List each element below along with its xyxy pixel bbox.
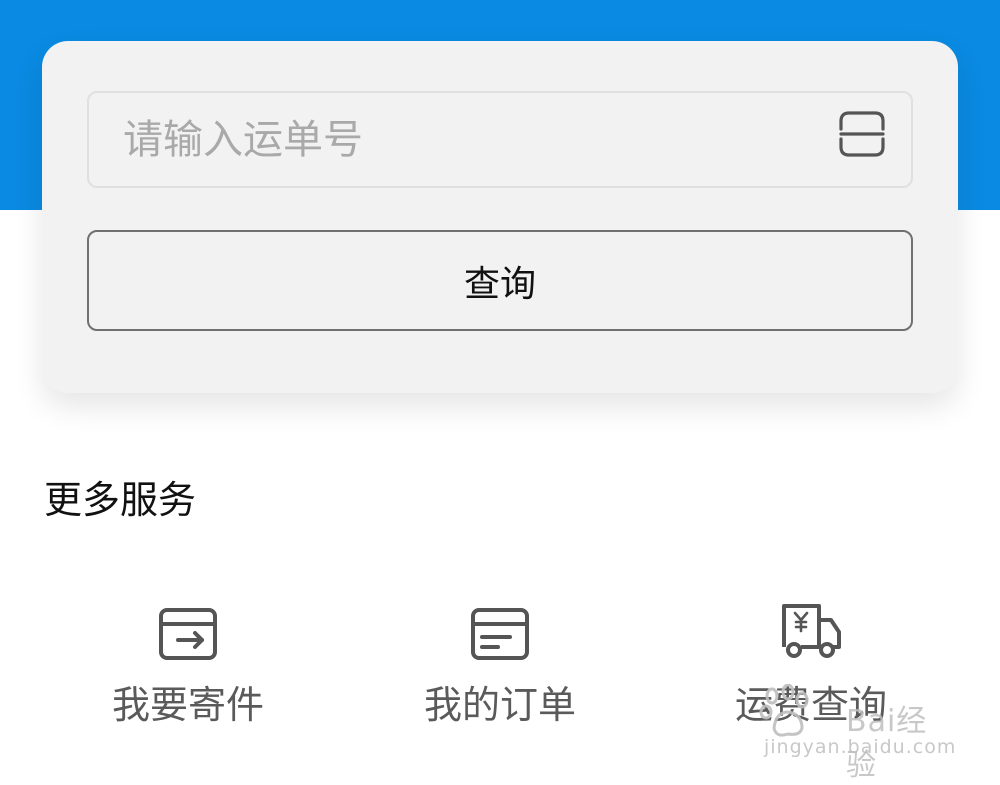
service-send-package[interactable]: 我要寄件 — [78, 600, 298, 745]
freight-truck-icon — [782, 604, 841, 658]
section-title-more-services: 更多服务 — [44, 478, 197, 522]
service-label: 我的订单 — [423, 683, 576, 727]
service-freight-query[interactable]: 运费查询 — [701, 600, 921, 745]
service-label: 运费查询 — [734, 683, 887, 727]
service-label: 我要寄件 — [111, 683, 264, 727]
scan-icon[interactable] — [837, 109, 887, 159]
tracking-number-field[interactable] — [87, 91, 913, 188]
send-package-icon — [159, 608, 217, 660]
tracking-search-card: 查询 — [42, 41, 958, 393]
tracking-number-input[interactable] — [123, 93, 823, 186]
order-box-icon — [471, 608, 529, 660]
query-button[interactable]: 查询 — [87, 230, 913, 331]
service-my-orders[interactable]: 我的订单 — [390, 600, 610, 745]
